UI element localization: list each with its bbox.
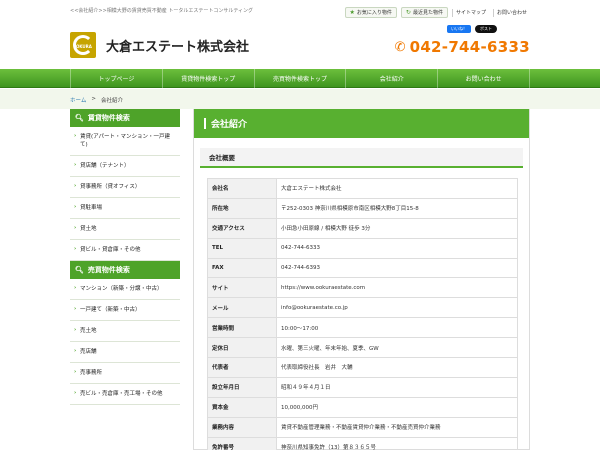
x-post-button[interactable]: ポスト [475,25,497,33]
row-value[interactable]: info@ookuraestate.co.jp [276,297,518,319]
nav-item-top[interactable]: トップページ [70,69,162,88]
phone-icon: ✆ [394,39,406,55]
sidebar-item-rent-residential[interactable]: 賃貸(アパート・マンション・一戸建て) [70,127,180,156]
row-value[interactable]: https://www.ookuraestate.com [276,277,518,299]
table-row: TEL 042-744-6333 [207,237,518,259]
history-button[interactable]: ↻ 最近見た物件 [400,7,448,18]
global-nav: トップページ 賃貸物件検索トップ 売買物件検索トップ 会社紹介 お問い合わせ [0,69,600,88]
section-heading: 会社概要 [200,148,523,168]
table-row: 代表者 代表取締役社長 岩井 大輔 [207,357,518,378]
company-name: 大倉エステート株式会社 [106,39,250,55]
row-label: 営業時間 [207,317,277,339]
table-row: メール info@ookuraestate.co.jp [207,297,518,319]
sitemap-link[interactable]: サイトマップ [451,8,489,17]
history-icon: ↻ [405,9,411,16]
table-row: 業務内容 賃貸不動産管理業務・不動産賃貸仲介業務・不動産売買仲介業務 [207,416,518,438]
main-content: 会社紹介 会社概要 会社名 大倉エステート株式会社 所在地 〒252-0303 神奈川… [193,109,530,450]
row-label: TEL [207,237,277,259]
favorites-label: お気に入り物件 [356,10,392,16]
social-buttons: いいね！ ポスト [447,25,497,33]
site-logo[interactable]: OKURA 大倉エステート株式会社 [70,30,249,60]
nav-item-company[interactable]: 会社紹介 [345,69,437,88]
row-label: 交通アクセス [207,217,277,239]
sidebar-item-rent-store[interactable]: 貸店舗（テナント） [70,156,180,177]
row-label: 免許番号 [207,436,277,450]
sidebar-item-sale-other[interactable]: 売ビル・売倉庫・売工場・その他 [70,384,180,405]
sidebar-item-sale-store[interactable]: 売店舗 [70,342,180,363]
sidebar: 🔍︎ 賃貸物件検索 賃貸(アパート・マンション・一戸建て) 貸店舗（テナント） … [70,109,180,405]
breadcrumb: ホーム > 会社紹介 [70,96,123,104]
sale-search-title: 売買物件検索 [87,266,130,274]
row-value: 代表取締役社長 岩井 大輔 [276,357,518,378]
star-icon: ★ [349,9,355,16]
row-label: サイト [207,277,277,299]
row-label: メール [207,297,277,319]
row-value: 昭和４９年４月１日 [276,376,518,398]
sidebar-item-rent-parking[interactable]: 貸駐車場 [70,198,180,219]
breadcrumb-current: 会社紹介 [100,98,123,104]
rent-search-heading: 🔍︎ 賃貸物件検索 [70,109,180,127]
table-row: 免許番号 神奈川県知事免許（13）第８３６５号 [207,436,518,450]
row-value: 大倉エステート株式会社 [276,178,518,199]
table-row: 営業時間 10:00～17:00 [207,317,518,339]
row-value: 水曜、第三火曜、年末年始、夏季、GW [276,337,518,359]
sidebar-item-rent-office[interactable]: 貸事務所（貸オフィス） [70,177,180,198]
table-row: 会社名 大倉エステート株式会社 [207,178,518,199]
row-label: 業務内容 [207,416,277,438]
table-row: 所在地 〒252-0303 神奈川県相模原市南区相模大野8丁目15-8 [207,197,518,219]
nav-item-rent-search[interactable]: 賃貸物件検索トップ [161,69,254,88]
row-label: 資本金 [207,396,277,418]
row-label: 代表者 [207,357,277,378]
page-title-text: 会社紹介 [211,120,248,130]
table-row: 交通アクセス 小田急小田原線 / 相模大野 徒歩 3分 [207,217,518,239]
search-icon: 🔍︎ [75,114,84,122]
breadcrumb-separator: > [91,96,96,102]
logo-mark-icon: OKURA [70,30,100,60]
favorites-button[interactable]: ★ お気に入り物件 [344,7,397,18]
row-value: 10:00～17:00 [276,317,518,339]
sidebar-item-sale-office[interactable]: 売事務所 [70,363,180,384]
row-value: 10,000,000円 [276,396,518,418]
row-label: 所在地 [207,197,277,219]
breadcrumb-home[interactable]: ホーム [70,96,86,104]
row-label: FAX [207,257,277,279]
utility-links: ★ お気に入り物件 ↻ 最近見た物件 サイトマップ お問い合わせ [344,7,530,18]
row-value: 042-744-6393 [276,257,518,279]
search-icon: 🔍︎ [75,266,84,274]
table-row: 資本金 10,000,000円 [207,396,518,418]
row-value: 042-744-6333 [276,237,518,259]
row-value: 賃貸不動産管理業務・不動産賃貸仲介業務・不動産売買仲介業務 [276,416,518,438]
site-tagline: <<会社紹介>>相模大野の賃貸売買不動産 トータルエステートコンサルティング [70,8,254,14]
company-info-table: 会社名 大倉エステート株式会社 所在地 〒252-0303 神奈川県相模原市南区相模大… [207,178,518,450]
row-label: 会社名 [207,178,277,199]
nav-item-sale-search[interactable]: 売買物件検索トップ [253,69,346,88]
sidebar-item-sale-land[interactable]: 売土地 [70,321,180,342]
contact-link[interactable]: お問い合わせ [492,8,530,17]
table-row: 設立年月日 昭和４９年４月１日 [207,376,518,398]
row-value: 〒252-0303 神奈川県相模原市南区相模大野8丁目15-8 [276,197,518,219]
sidebar-item-rent-land[interactable]: 貸土地 [70,219,180,240]
sidebar-item-sale-mansion[interactable]: マンション（新築・分譲・中古） [70,279,180,300]
history-label: 最近見た物件 [412,10,443,16]
nav-item-contact[interactable]: お問い合わせ [437,69,530,88]
sidebar-item-sale-house[interactable]: 一戸建て（新築・中古） [70,300,180,321]
table-row: 定休日 水曜、第三火曜、年末年始、夏季、GW [207,337,518,359]
row-value: 神奈川県知事免許（13）第８３６５号 [276,436,518,450]
row-label: 設立年月日 [207,376,277,398]
facebook-like-button[interactable]: いいね！ [447,25,471,33]
sale-search-heading: 🔍︎ 売買物件検索 [70,261,180,279]
sidebar-item-rent-other[interactable]: 貸ビル・貸倉庫・その他 [70,240,180,261]
page-title: 会社紹介 [194,109,529,138]
phone-block: ✆ 042-744-6333 [395,38,530,56]
phone-number[interactable]: 042-744-6333 [410,38,530,56]
logo-text: OKURA [76,44,92,49]
table-row: サイト https://www.ookuraestate.com [207,277,518,299]
row-value: 小田急小田原線 / 相模大野 徒歩 3分 [276,217,518,239]
table-row: FAX 042-744-6393 [207,257,518,279]
row-label: 定休日 [207,337,277,359]
rent-search-title: 賃貸物件検索 [87,114,130,122]
